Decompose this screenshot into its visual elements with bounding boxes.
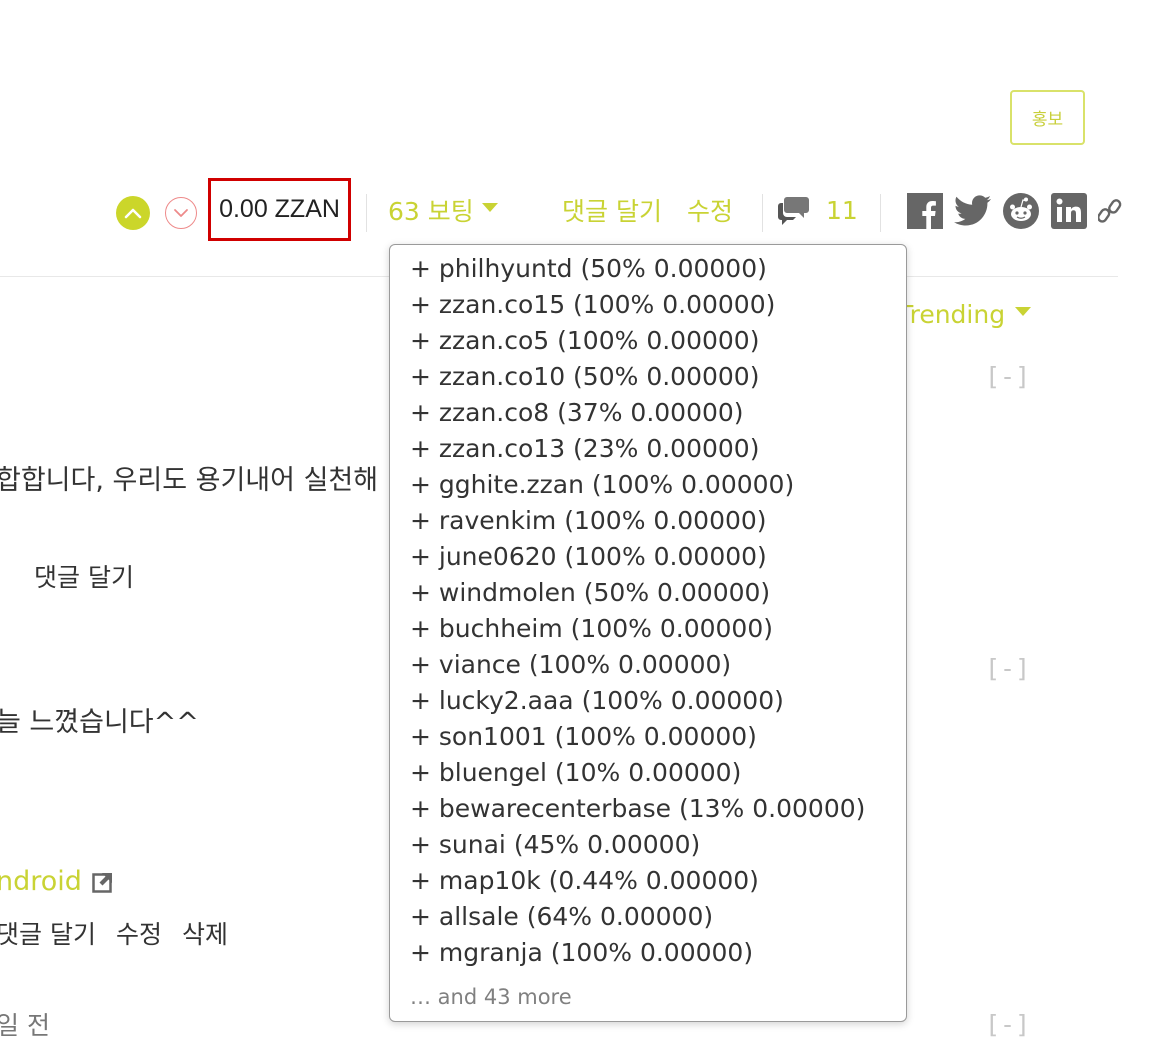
comment-count-value: 11 <box>826 195 858 225</box>
voter-item[interactable]: + lucky2.aaa (100% 0.00000) <box>410 683 906 719</box>
comment-count[interactable]: 11 <box>778 195 858 225</box>
reddit-icon[interactable] <box>1002 192 1040 230</box>
caret-down-icon <box>1015 307 1032 316</box>
voter-item[interactable]: + bewarecenterbase (13% 0.00000) <box>410 791 906 827</box>
link-icon[interactable] <box>1098 192 1122 230</box>
voters-popup: + philhyuntd (50% 0.00000) + zzan.co15 (1… <box>389 244 907 1022</box>
share-bar <box>906 192 1122 230</box>
voter-item[interactable]: + zzan.co5 (100% 0.00000) <box>410 323 906 359</box>
comment-body: 합합니다, 우리도 용기내어 실천해 <box>0 465 379 496</box>
edit-link[interactable]: 수정 <box>687 192 733 228</box>
sort-dropdown[interactable]: Trending <box>898 300 1032 329</box>
promote-button[interactable]: 홍보 <box>1010 90 1085 145</box>
collapse-toggle[interactable]: [-] <box>985 362 1030 391</box>
voter-item[interactable]: + son1001 (100% 0.00000) <box>410 719 906 755</box>
external-link-icon <box>92 872 112 893</box>
voter-item[interactable]: + ravenkim (100% 0.00000) <box>410 503 906 539</box>
voter-item[interactable]: + bluengel (10% 0.00000) <box>410 755 906 791</box>
votes-dropdown[interactable]: 63 보팅 <box>388 192 498 228</box>
collapse-toggle[interactable]: [-] <box>985 654 1030 683</box>
caret-down-icon <box>481 202 498 212</box>
voter-item[interactable]: + philhyuntd (50% 0.00000) <box>410 251 906 287</box>
divider <box>762 194 763 232</box>
payout-value[interactable]: 0.00 ZZAN <box>208 178 351 241</box>
voter-item[interactable]: + zzan.co13 (23% 0.00000) <box>410 431 906 467</box>
facebook-icon[interactable] <box>906 192 944 230</box>
voter-item[interactable]: + allsale (64% 0.00000) <box>410 899 906 935</box>
divider <box>880 194 881 232</box>
upvote-button[interactable] <box>116 196 150 230</box>
twitter-icon[interactable] <box>954 192 992 230</box>
more-voters-label: … and 43 more <box>410 985 572 1009</box>
comment-body: 늘 느꼈습니다^^ <box>0 707 199 738</box>
voter-list: + philhyuntd (50% 0.00000) + zzan.co15 (1… <box>410 251 906 971</box>
divider <box>366 194 367 232</box>
voter-item[interactable]: + zzan.co15 (100% 0.00000) <box>410 287 906 323</box>
comment-reply-link[interactable]: 댓글 달기 <box>0 915 96 951</box>
app-link-label: ndroid <box>0 866 82 897</box>
comment-edit-link[interactable]: 수정 <box>116 915 162 951</box>
voter-item[interactable]: + map10k (0.44% 0.00000) <box>410 863 906 899</box>
chevron-up-icon <box>124 208 142 219</box>
chevron-down-icon <box>174 209 188 217</box>
voter-item[interactable]: + buchheim (100% 0.00000) <box>410 611 906 647</box>
voter-item[interactable]: + mgranja (100% 0.00000) <box>410 935 906 971</box>
comment-delete-link[interactable]: 삭제 <box>182 915 228 951</box>
voter-item[interactable]: + zzan.co10 (50% 0.00000) <box>410 359 906 395</box>
comment-app-link[interactable]: ndroid <box>0 866 114 897</box>
comment-reply-link[interactable]: 댓글 달기 <box>34 558 134 594</box>
votes-label: 63 보팅 <box>388 197 474 226</box>
comment-actions: 댓글 달기 수정 삭제 <box>0 915 228 951</box>
voter-item[interactable]: + sunai (45% 0.00000) <box>410 827 906 863</box>
downvote-button[interactable] <box>165 197 197 229</box>
reply-link[interactable]: 댓글 달기 <box>562 192 662 228</box>
sort-label: Trending <box>898 300 1006 329</box>
comment-timestamp: 일 전 <box>0 1011 50 1040</box>
voter-item[interactable]: + zzan.co8 (37% 0.00000) <box>410 395 906 431</box>
collapse-toggle[interactable]: [-] <box>985 1010 1030 1039</box>
comments-icon <box>778 197 809 225</box>
voter-item[interactable]: + windmolen (50% 0.00000) <box>410 575 906 611</box>
voter-item[interactable]: + gghite.zzan (100% 0.00000) <box>410 467 906 503</box>
linkedin-icon[interactable] <box>1050 192 1088 230</box>
voter-item[interactable]: + june0620 (100% 0.00000) <box>410 539 906 575</box>
voter-item[interactable]: + viance (100% 0.00000) <box>410 647 906 683</box>
